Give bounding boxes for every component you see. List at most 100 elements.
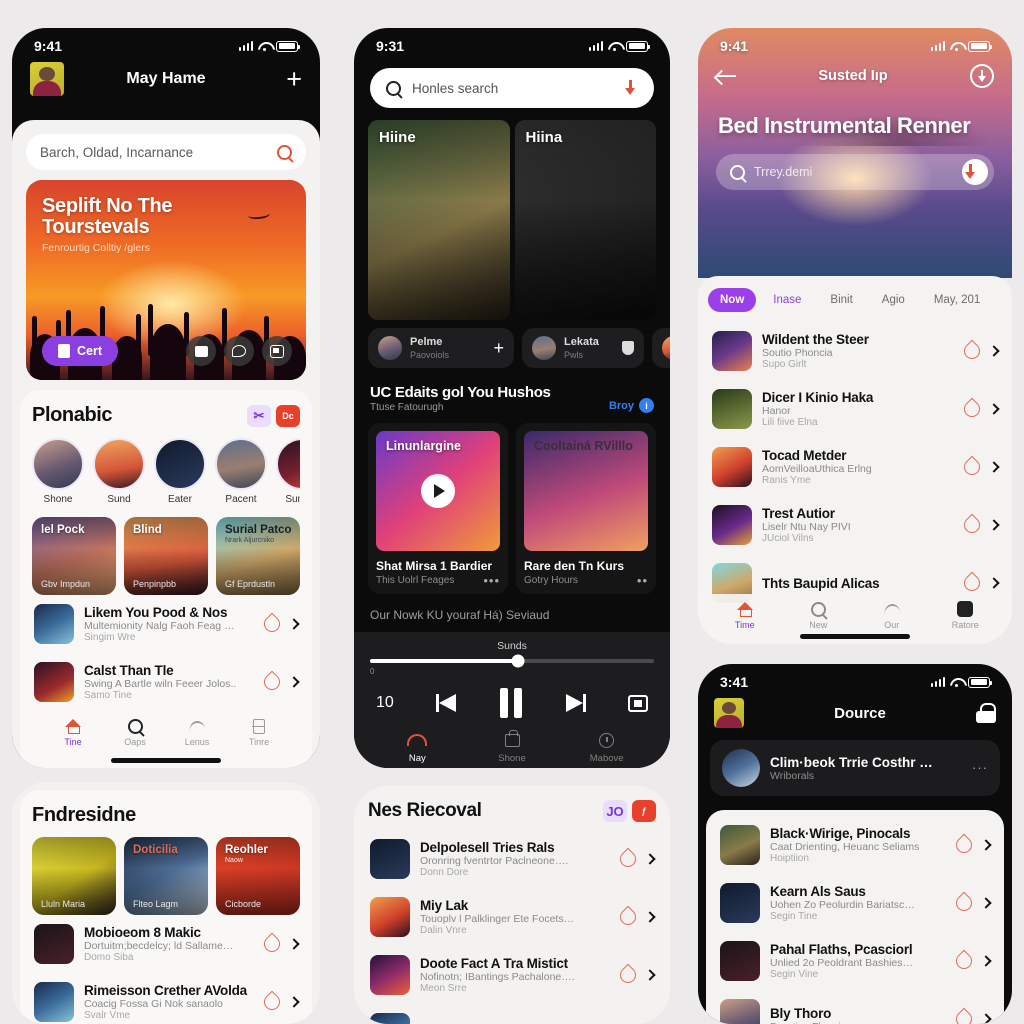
- download-button[interactable]: [962, 159, 988, 186]
- story-item[interactable]: Pacent: [215, 438, 267, 505]
- fire-icon[interactable]: [960, 513, 984, 537]
- chevron-right-icon[interactable]: [980, 839, 992, 851]
- tab-time[interactable]: Tine: [42, 717, 104, 747]
- story-item[interactable]: Eater: [154, 438, 206, 505]
- filter-inase[interactable]: Inase: [761, 288, 813, 312]
- chevron-right-icon[interactable]: [288, 618, 300, 630]
- fire-icon[interactable]: [952, 891, 976, 915]
- list-item[interactable]: Mobioeom 8 Makic Dortuitm;becdelcy; ld S…: [32, 915, 300, 973]
- tile-card[interactable]: Reohler Naow Cicborde: [216, 837, 300, 915]
- fire-icon[interactable]: [960, 397, 984, 421]
- fire-icon[interactable]: [260, 612, 284, 636]
- more-options-icon[interactable]: ···: [972, 761, 988, 774]
- add-icon[interactable]: +: [493, 338, 504, 359]
- download-circle-icon[interactable]: [970, 64, 994, 88]
- cert-button[interactable]: Cert: [42, 336, 119, 366]
- list-item[interactable]: Bly Thoro Drantiso Flaanic: [718, 990, 992, 1024]
- broy-link[interactable]: Broy i: [609, 398, 654, 413]
- list-item[interactable]: Likem You Pood & Nos Multemionity Nalg F…: [32, 595, 300, 653]
- chevron-right-icon[interactable]: [288, 676, 300, 688]
- list-item[interactable]: Calst Than Tle Swing A Bartle wiln Feeer…: [32, 653, 300, 711]
- list-item[interactable]: Delpolesell Tries Rals Oronring fventrto…: [368, 830, 656, 888]
- add-button[interactable]: +: [268, 66, 302, 93]
- skip-back-button[interactable]: 10: [376, 694, 394, 712]
- story-item[interactable]: Shone: [32, 438, 84, 505]
- tab-oaps[interactable]: Oaps: [104, 717, 166, 747]
- calendar-button[interactable]: [262, 336, 292, 366]
- filter-agio[interactable]: Agio: [870, 288, 917, 312]
- search-input[interactable]: Trrey.demi: [716, 154, 994, 191]
- tab-time[interactable]: Time: [708, 600, 782, 630]
- tab-bar-2[interactable]: Nay Shone Mabove: [370, 724, 654, 768]
- pause-icon[interactable]: [499, 688, 522, 718]
- chevron-right-icon[interactable]: [980, 897, 992, 909]
- chevron-right-icon[interactable]: [988, 345, 1000, 357]
- tile-card[interactable]: Lluln Maria: [32, 837, 116, 915]
- filter-binit[interactable]: Binit: [818, 288, 864, 312]
- list-item[interactable]: Miy Lak Touoplv l Palklinger Ete Focets……: [368, 888, 656, 946]
- artist-chips[interactable]: Pelme Paovoiols + Lekata Pwls: [354, 320, 670, 368]
- chevron-right-icon[interactable]: [988, 519, 1000, 531]
- list-item[interactable]: Doote Fact A Tra Mistict Nofinotn; IBant…: [368, 946, 656, 1004]
- media-card[interactable]: Linunlargine Shat Mirsa 1 Bardier This U…: [368, 423, 508, 594]
- list-item[interactable]: Black·Wirige, Pinocals Caat Drienting, H…: [718, 816, 992, 874]
- tab-nay[interactable]: Nay: [370, 730, 465, 764]
- chevron-right-icon[interactable]: [988, 403, 1000, 415]
- chevron-right-icon[interactable]: [980, 955, 992, 967]
- list-item[interactable]: Wildent the Steer Soutio Phoncia Supo Gi…: [710, 322, 1000, 380]
- story-item[interactable]: Sung…: [276, 438, 300, 505]
- list-item[interactable]: Rimeisson Crether AVolda Coacig Fossa Gi…: [32, 973, 300, 1024]
- story-item[interactable]: Sund: [93, 438, 145, 505]
- hero-banner[interactable]: Seplift No The Tourstevals Fenrourtig Co…: [26, 180, 306, 380]
- tile-card[interactable]: Blind Penpinpbb: [124, 517, 208, 595]
- filter-may[interactable]: May, 201: [922, 288, 992, 312]
- chevron-right-icon[interactable]: [644, 853, 656, 865]
- avatar[interactable]: [30, 62, 64, 96]
- list-item[interactable]: Pahal Flaths, Pcasciorl Unlied 2o Peoldr…: [718, 932, 992, 990]
- fire-icon[interactable]: [260, 932, 284, 956]
- tab-shone[interactable]: Shone: [465, 729, 560, 764]
- fire-icon[interactable]: [616, 905, 640, 929]
- tab-new[interactable]: New: [782, 600, 856, 630]
- tab-ratore[interactable]: Ratore: [929, 600, 1003, 630]
- artist-chip[interactable]: [652, 328, 670, 368]
- tile-card[interactable]: Doticilia Flteo Lagm: [124, 837, 208, 915]
- fire-icon[interactable]: [260, 670, 284, 694]
- tab-bar-1[interactable]: Tine Oaps Lenus Tinre: [32, 711, 300, 761]
- filter-now[interactable]: Now: [708, 288, 757, 312]
- feature-card[interactable]: Hiine: [368, 120, 510, 320]
- list-item[interactable]: Calos Poles & fra You: [368, 1004, 656, 1024]
- comment-button[interactable]: [224, 336, 254, 366]
- fire-icon[interactable]: [952, 949, 976, 973]
- jo-badge[interactable]: JO: [603, 800, 627, 822]
- f-badge[interactable]: ƒ: [632, 800, 656, 822]
- fire-icon[interactable]: [952, 1007, 976, 1024]
- tab-tinre[interactable]: Tinre: [228, 717, 290, 747]
- more-options-icon[interactable]: ••: [637, 574, 648, 587]
- list-item[interactable]: Dicer I Kinio Haka Hanor Lili fiive Elna: [710, 380, 1000, 438]
- feature-card[interactable]: Hiina: [514, 120, 656, 320]
- fire-icon[interactable]: [616, 963, 640, 987]
- play-icon[interactable]: [421, 474, 455, 508]
- media-card[interactable]: Cooltainá RVilllo Rare den Tn Kurs Gotry…: [516, 423, 656, 594]
- now-playing-bar[interactable]: Clim·beok Trrie Costhr … Wriborals ···: [710, 740, 1000, 796]
- tab-our[interactable]: Our: [855, 600, 929, 630]
- download-arrow-icon[interactable]: [622, 80, 638, 96]
- list-item[interactable]: Tocad Metder AomVeilloaUthica Erlng Rani…: [710, 438, 1000, 496]
- bookmark-icon[interactable]: [622, 341, 634, 355]
- lock-icon[interactable]: [976, 703, 996, 723]
- list-item[interactable]: Trest Autior Liselr Ntu Nay PIVI JUciol …: [710, 496, 1000, 554]
- search-input[interactable]: Barch, Oldad, Incarnance: [26, 134, 306, 170]
- chevron-right-icon[interactable]: [288, 938, 300, 950]
- stories-row[interactable]: Shone Sund Eater Pacent Sung…: [32, 438, 300, 505]
- fire-icon[interactable]: [952, 833, 976, 857]
- previous-track-icon[interactable]: [435, 694, 458, 712]
- fire-icon[interactable]: [960, 339, 984, 363]
- back-arrow-icon[interactable]: [716, 69, 736, 83]
- tab-lenus[interactable]: Lenus: [166, 717, 228, 747]
- chevron-right-icon[interactable]: [644, 911, 656, 923]
- filter-chips[interactable]: Now Inase Binit Agio May, 201: [698, 276, 1012, 322]
- fire-icon[interactable]: [960, 571, 984, 595]
- more-options-icon[interactable]: •••: [483, 574, 500, 587]
- artist-chip[interactable]: Pelme Paovoiols +: [368, 328, 514, 368]
